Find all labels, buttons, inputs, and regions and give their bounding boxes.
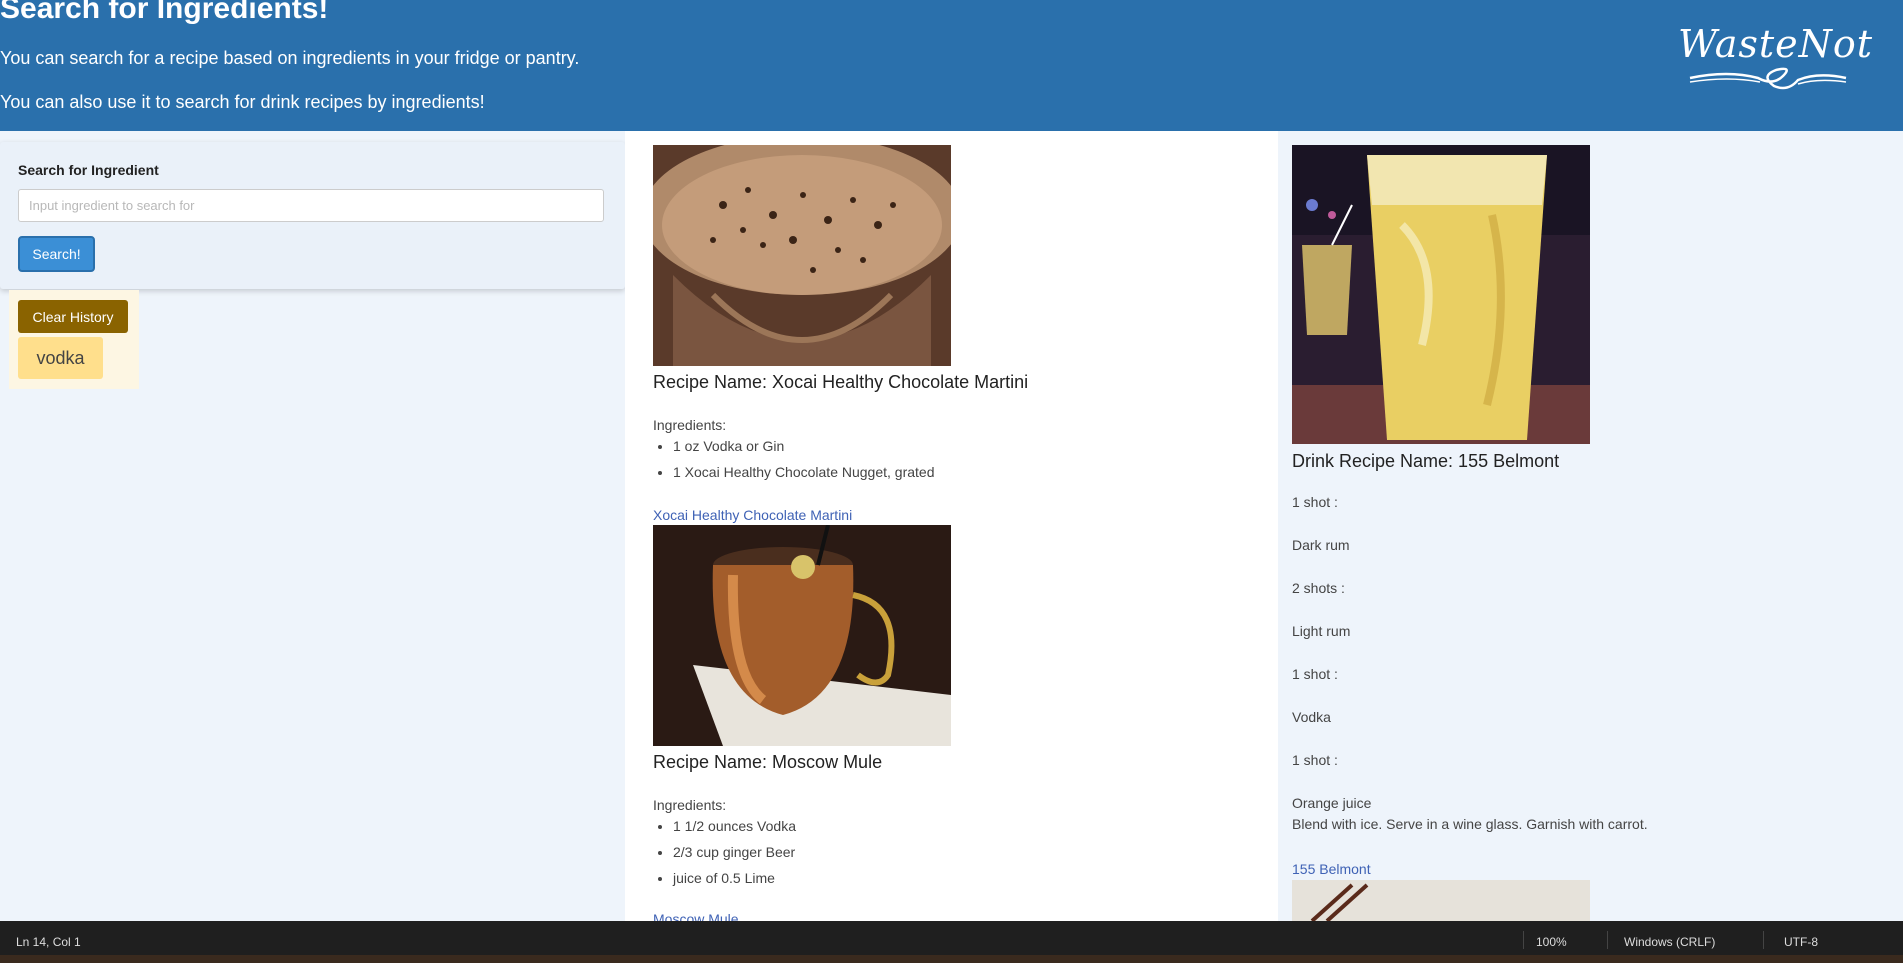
drink-name: Drink Recipe Name: 155 Belmont [1292,451,1560,471]
search-input[interactable] [18,189,604,222]
page-title: Search for Ingredients! [0,0,329,25]
drink-measure: 1 shot : [1292,752,1338,768]
drink-image [1292,145,1590,444]
ingredient-item: 1 oz Vodka or Gin [673,438,935,464]
ingredient-item: juice of 0.5 Lime [673,870,796,896]
intro-text-2: You can also use it to search for drink … [0,92,485,112]
recipe-image [653,525,951,746]
ingredient-item: 1 Xocai Healthy Chocolate Nugget, grated [673,464,935,490]
zoom-level[interactable]: 100% [1536,935,1567,949]
search-panel: Search for Ingredient Search! [0,142,625,289]
drink-measure: 2 shots : [1292,580,1345,596]
drink-ingredient: Dark rum [1292,537,1350,553]
drink-measure: 1 shot : [1292,666,1338,682]
ingredient-item: 2/3 cup ginger Beer [673,844,796,870]
search-button[interactable]: Search! [18,236,95,272]
ingredients-label: Ingredients: [653,797,727,813]
search-label: Search for Ingredient [18,162,159,178]
logo-text: WasteNot [1678,22,1874,66]
status-bar: Ln 14, Col 1 100% Windows (CRLF) UTF-8 [0,921,1903,963]
page-header: Search for Ingredients! You can search f… [0,0,1903,131]
rope-knot-icon [1689,67,1847,90]
status-divider [1763,931,1764,949]
status-divider [1523,931,1524,949]
ingredient-item: 1 1/2 ounces Vodka [673,818,796,844]
line-ending[interactable]: Windows (CRLF) [1624,935,1715,949]
recipe-link[interactable]: Xocai Healthy Chocolate Martini [653,507,852,523]
search-history: Clear History vodka [9,290,139,389]
drink-instructions: Blend with ice. Serve in a wine glass. G… [1292,816,1648,832]
status-divider [1607,931,1608,949]
drink-image [1292,880,1590,921]
clear-history-button[interactable]: Clear History [18,300,128,333]
taskbar-strip [0,955,1903,963]
drink-link[interactable]: 155 Belmont [1292,861,1371,877]
drink-ingredient: Orange juice [1292,795,1372,811]
cursor-position[interactable]: Ln 14, Col 1 [16,935,81,949]
ingredient-list: 1 oz Vodka or Gin 1 Xocai Healthy Chocol… [653,438,935,490]
drink-measure: 1 shot : [1292,494,1338,510]
wastenot-logo: WasteNot [1678,22,1872,97]
recipe-image [653,145,951,366]
history-item[interactable]: vodka [18,337,103,379]
intro-text-1: You can search for a recipe based on ing… [0,48,580,68]
file-encoding[interactable]: UTF-8 [1784,935,1818,949]
drink-ingredient: Light rum [1292,623,1351,639]
ingredients-label: Ingredients: [653,417,727,433]
recipe-name: Recipe Name: Xocai Healthy Chocolate Mar… [653,372,1029,392]
drink-ingredient: Vodka [1292,709,1331,725]
ingredient-list: 1 1/2 ounces Vodka 2/3 cup ginger Beer j… [653,818,796,896]
recipe-name: Recipe Name: Moscow Mule [653,752,883,772]
